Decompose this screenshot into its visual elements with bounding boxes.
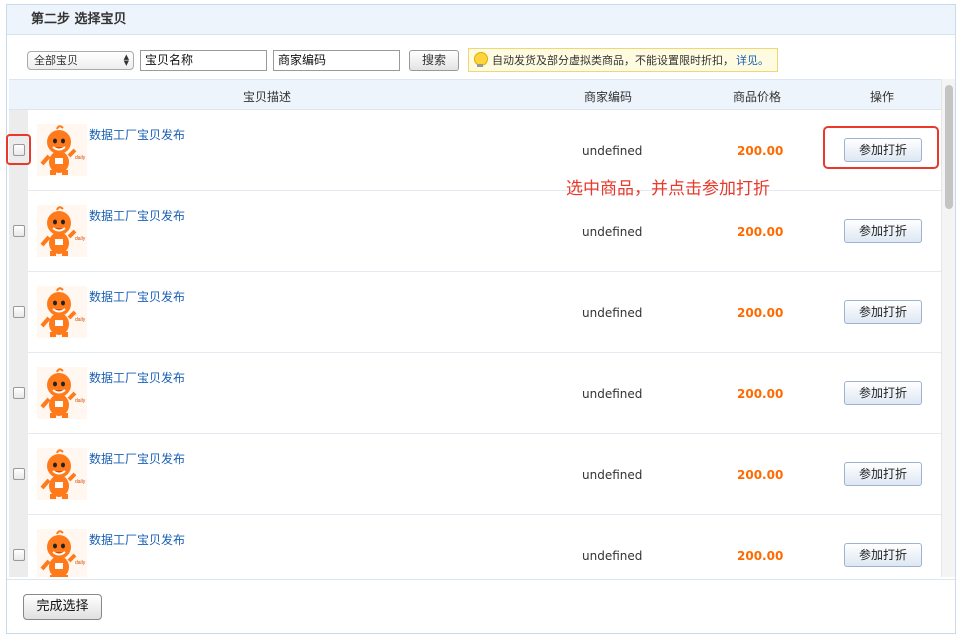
- table-row: daily 数据工厂宝贝发布 undefined 200.00 参加打折: [9, 110, 941, 191]
- item-thumbnail[interactable]: daily: [37, 286, 87, 338]
- item-checkbox[interactable]: [13, 306, 25, 318]
- mascot-icon: daily: [37, 529, 87, 577]
- table-header: 宝贝描述 商家编码 商品价格 操作: [9, 80, 941, 110]
- panel-title: 第二步 选择宝贝: [7, 5, 955, 35]
- table-scrollbar[interactable]: [941, 79, 955, 577]
- item-thumbnail[interactable]: daily: [37, 205, 87, 257]
- item-price: 200.00: [737, 306, 784, 320]
- join-discount-button[interactable]: 参加打折: [844, 219, 922, 243]
- item-thumbnail[interactable]: daily: [37, 529, 87, 577]
- table-row: daily 数据工厂宝贝发布 undefined 200.00 参加打折: [9, 515, 941, 577]
- checkbox-cell: [9, 191, 28, 272]
- join-discount-button[interactable]: 参加打折: [844, 381, 922, 405]
- search-button[interactable]: 搜索: [409, 49, 459, 71]
- table-row: daily 数据工厂宝贝发布 undefined 200.00 参加打折: [9, 434, 941, 515]
- checkbox-highlight-box: [6, 134, 31, 165]
- checkbox-cell: [9, 434, 28, 515]
- tip-details-link[interactable]: 详见。: [736, 52, 769, 68]
- item-merchant-code: undefined: [582, 306, 643, 320]
- header-action: 操作: [870, 90, 895, 104]
- item-merchant-code: undefined: [582, 144, 643, 158]
- category-select[interactable]: 全部宝贝 ▲ ▼: [27, 50, 134, 70]
- finish-selection-button[interactable]: 完成选择: [23, 594, 102, 620]
- mascot-icon: daily: [37, 205, 87, 260]
- item-checkbox[interactable]: [13, 225, 25, 237]
- thumb-label: daily: [75, 479, 86, 485]
- table-row: daily 数据工厂宝贝发布 undefined 200.00 参加打折: [9, 191, 941, 272]
- mascot-icon: daily: [37, 124, 87, 179]
- item-title-link[interactable]: 数据工厂宝贝发布: [89, 369, 185, 386]
- item-price: 200.00: [737, 387, 784, 401]
- category-select-value: 全部宝贝: [34, 53, 78, 67]
- merchant-code-input[interactable]: 商家编码: [273, 49, 400, 71]
- join-discount-button[interactable]: 参加打折: [844, 543, 922, 567]
- item-price: 200.00: [737, 468, 784, 482]
- item-price: 200.00: [737, 225, 784, 239]
- instruction-annotation: 选中商品，并点击参加打折: [566, 179, 770, 199]
- join-discount-button[interactable]: 参加打折: [844, 462, 922, 486]
- item-checkbox[interactable]: [13, 549, 25, 561]
- join-discount-button[interactable]: 参加打折: [844, 300, 922, 324]
- checkbox-cell: [9, 272, 28, 353]
- item-merchant-code: undefined: [582, 549, 643, 563]
- item-title-link[interactable]: 数据工厂宝贝发布: [89, 531, 185, 548]
- filter-toolbar: 全部宝贝 ▲ ▼ 宝贝名称 商家编码 搜索 自动发货及部分虚拟类商品，不能设置限时…: [27, 47, 778, 73]
- item-title-link[interactable]: 数据工厂宝贝发布: [89, 126, 185, 143]
- select-arrows-icon: ▲ ▼: [123, 52, 129, 67]
- items-table: 宝贝描述 商家编码 商品价格 操作 daily 数据工厂宝贝发布 undefin…: [9, 79, 941, 577]
- item-title-link[interactable]: 数据工厂宝贝发布: [89, 288, 185, 305]
- thumb-label: daily: [75, 317, 86, 323]
- item-checkbox[interactable]: [13, 387, 25, 399]
- table-row: daily 数据工厂宝贝发布 undefined 200.00 参加打折: [9, 272, 941, 353]
- item-name-input[interactable]: 宝贝名称: [140, 49, 267, 71]
- item-title-link[interactable]: 数据工厂宝贝发布: [89, 450, 185, 467]
- checkbox-cell: [9, 353, 28, 434]
- thumb-label: daily: [75, 155, 86, 161]
- checkbox-cell: [9, 515, 28, 577]
- item-thumbnail[interactable]: daily: [37, 124, 87, 176]
- mascot-icon: daily: [37, 448, 87, 503]
- header-merchant-code: 商家编码: [584, 90, 633, 104]
- item-merchant-code: undefined: [582, 225, 643, 239]
- mascot-icon: daily: [37, 367, 87, 422]
- item-price: 200.00: [737, 144, 784, 158]
- tip-banner: 自动发货及部分虚拟类商品，不能设置限时折扣， 详见。: [468, 48, 778, 72]
- item-thumbnail[interactable]: daily: [37, 367, 87, 419]
- item-price: 200.00: [737, 549, 784, 563]
- select-items-panel: 第二步 选择宝贝 全部宝贝 ▲ ▼ 宝贝名称 商家编码 搜索 自动发货及部分虚拟类…: [6, 4, 956, 634]
- tip-text: 自动发货及部分虚拟类商品，不能设置限时折扣，: [492, 54, 734, 67]
- join-discount-highlight-box: [823, 126, 939, 169]
- item-merchant-code: undefined: [582, 387, 643, 401]
- item-merchant-code: undefined: [582, 468, 643, 482]
- item-title-link[interactable]: 数据工厂宝贝发布: [89, 207, 185, 224]
- thumb-label: daily: [75, 236, 86, 242]
- table-row: daily 数据工厂宝贝发布 undefined 200.00 参加打折: [9, 353, 941, 434]
- header-price: 商品价格: [733, 90, 782, 104]
- thumb-label: daily: [75, 398, 86, 404]
- item-checkbox[interactable]: [13, 468, 25, 480]
- table-body: daily 数据工厂宝贝发布 undefined 200.00 参加打折 dai…: [9, 110, 941, 577]
- scrollbar-thumb[interactable]: [945, 85, 953, 209]
- thumb-label: daily: [75, 560, 86, 566]
- lightbulb-icon: [473, 52, 488, 68]
- header-description: 宝贝描述: [243, 90, 292, 104]
- item-thumbnail[interactable]: daily: [37, 448, 87, 500]
- mascot-icon: daily: [37, 286, 87, 341]
- panel-footer: 完成选择: [7, 579, 955, 633]
